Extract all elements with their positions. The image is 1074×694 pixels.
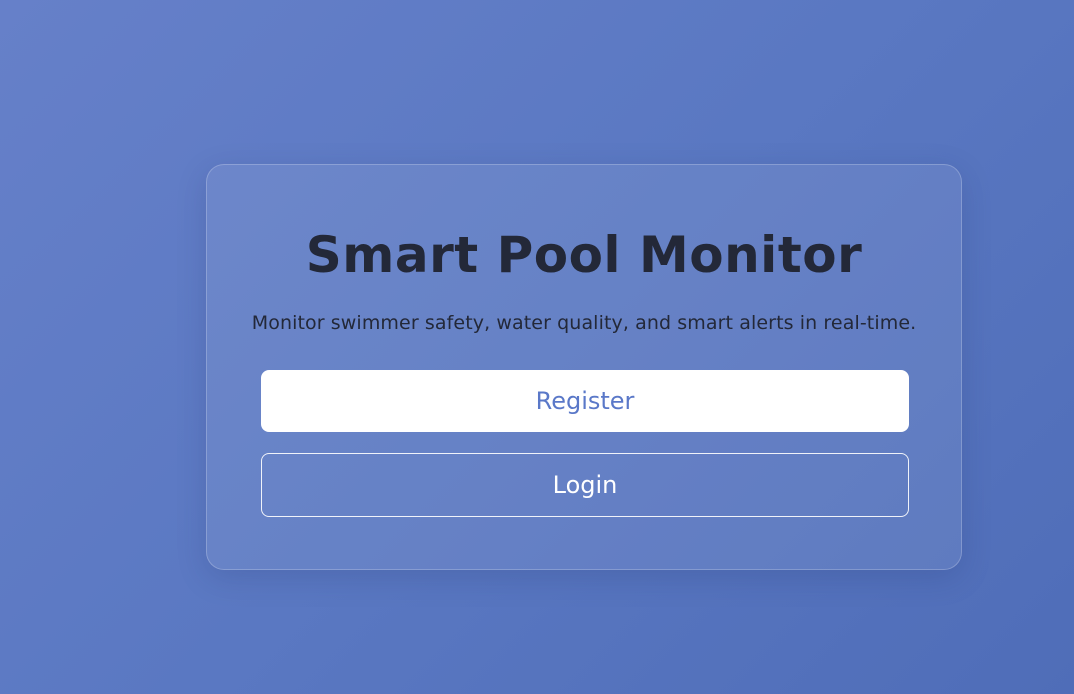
app-subtitle: Monitor swimmer safety, water quality, a… — [251, 312, 917, 334]
register-button[interactable]: Register — [261, 370, 909, 432]
app-title: Smart Pool Monitor — [305, 226, 863, 284]
login-button[interactable]: Login — [261, 453, 909, 517]
welcome-card: Smart Pool Monitor Monitor swimmer safet… — [206, 164, 962, 570]
